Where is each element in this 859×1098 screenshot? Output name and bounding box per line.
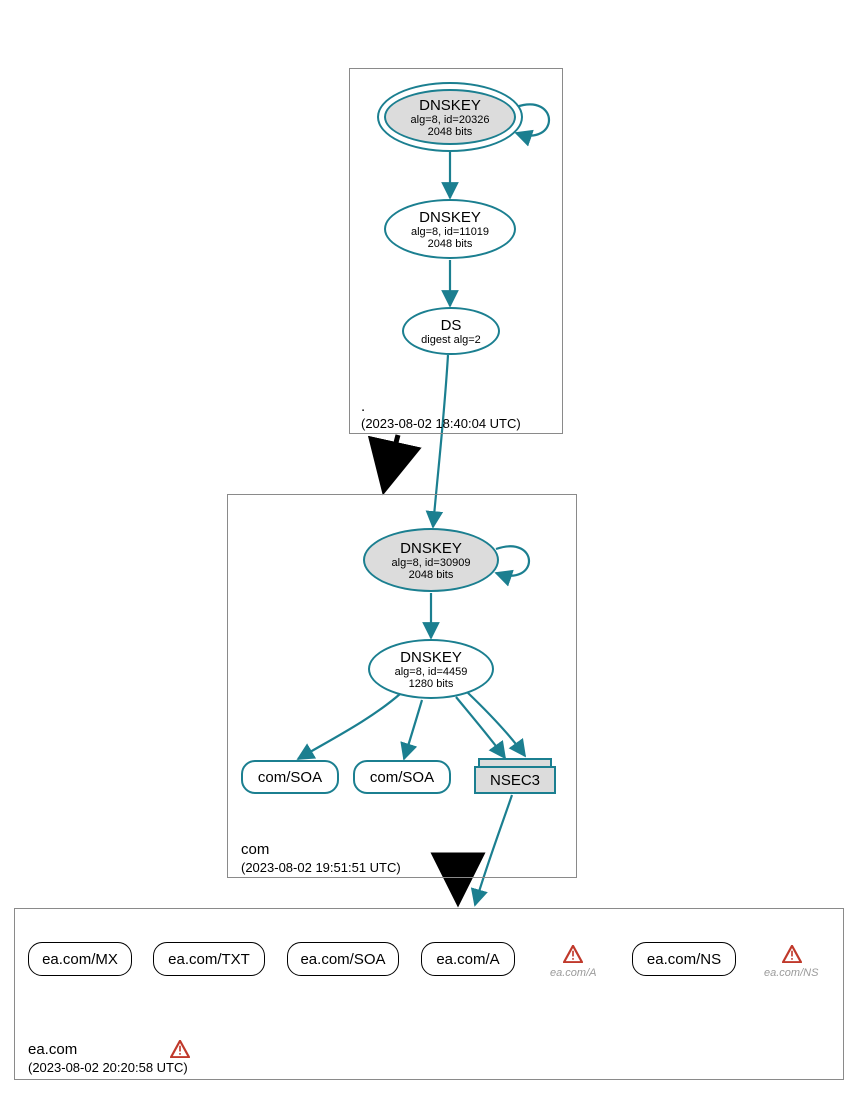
node-root-ksk-alg: alg=8, id=20326 — [411, 114, 490, 126]
node-eacom-soa-label: ea.com/SOA — [300, 951, 385, 968]
node-eacom-ns-label: ea.com/NS — [647, 951, 721, 968]
warning-label-ns: ea.com/NS — [764, 967, 818, 979]
node-eacom-soa: ea.com/SOA — [287, 942, 399, 976]
node-eacom-mx-label: ea.com/MX — [42, 951, 118, 968]
warning-icon — [782, 945, 802, 963]
node-root-zsk: DNSKEY alg=8, id=11019 2048 bits — [384, 199, 516, 259]
node-root-ds: DS digest alg=2 — [402, 307, 500, 355]
node-com-soa-2-label: com/SOA — [370, 769, 434, 786]
node-com-ksk-type: DNSKEY — [400, 540, 462, 557]
node-eacom-ns: ea.com/NS — [632, 942, 736, 976]
node-eacom-txt-label: ea.com/TXT — [168, 951, 250, 968]
zone-root-label: . — [361, 398, 365, 415]
dnssec-graph: . (2023-08-02 18:40:04 UTC) DNSKEY alg=8… — [0, 0, 859, 1098]
node-com-zsk: DNSKEY alg=8, id=4459 1280 bits — [368, 639, 494, 699]
zone-com-timestamp: (2023-08-02 19:51:51 UTC) — [241, 860, 401, 875]
warning-icon — [170, 1040, 190, 1058]
warning-icon — [563, 945, 583, 963]
node-com-zsk-type: DNSKEY — [400, 649, 462, 666]
node-com-ksk: DNSKEY alg=8, id=30909 2048 bits — [363, 528, 499, 592]
zone-eacom-label: ea.com — [28, 1041, 77, 1058]
node-root-zsk-alg: alg=8, id=11019 — [411, 226, 489, 238]
zone-root-timestamp: (2023-08-02 18:40:04 UTC) — [361, 416, 521, 431]
node-com-nsec3-label: NSEC3 — [490, 772, 540, 789]
node-root-ksk: DNSKEY alg=8, id=20326 2048 bits — [377, 82, 523, 152]
node-com-zsk-bits: 1280 bits — [409, 678, 454, 690]
node-com-soa-1-label: com/SOA — [258, 769, 322, 786]
node-root-zsk-type: DNSKEY — [419, 209, 481, 226]
warning-label-a: ea.com/A — [550, 967, 596, 979]
node-root-ksk-type: DNSKEY — [411, 97, 490, 114]
node-com-ksk-bits: 2048 bits — [409, 569, 454, 581]
node-root-ds-digest: digest alg=2 — [421, 334, 481, 346]
node-eacom-mx: ea.com/MX — [28, 942, 132, 976]
node-eacom-txt: ea.com/TXT — [153, 942, 265, 976]
node-com-ksk-alg: alg=8, id=30909 — [392, 557, 471, 569]
node-root-ds-type: DS — [441, 317, 462, 334]
node-eacom-a-label: ea.com/A — [436, 951, 499, 968]
node-com-nsec3: NSEC3 — [474, 766, 556, 794]
node-eacom-a: ea.com/A — [421, 942, 515, 976]
node-com-soa-2: com/SOA — [353, 760, 451, 794]
zone-eacom-timestamp: (2023-08-02 20:20:58 UTC) — [28, 1060, 188, 1075]
node-com-soa-1: com/SOA — [241, 760, 339, 794]
node-com-zsk-alg: alg=8, id=4459 — [395, 666, 468, 678]
node-root-ksk-bits: 2048 bits — [411, 126, 490, 138]
node-root-zsk-bits: 2048 bits — [428, 238, 473, 250]
zone-eacom-box — [14, 908, 844, 1080]
zone-com-label: com — [241, 841, 269, 858]
